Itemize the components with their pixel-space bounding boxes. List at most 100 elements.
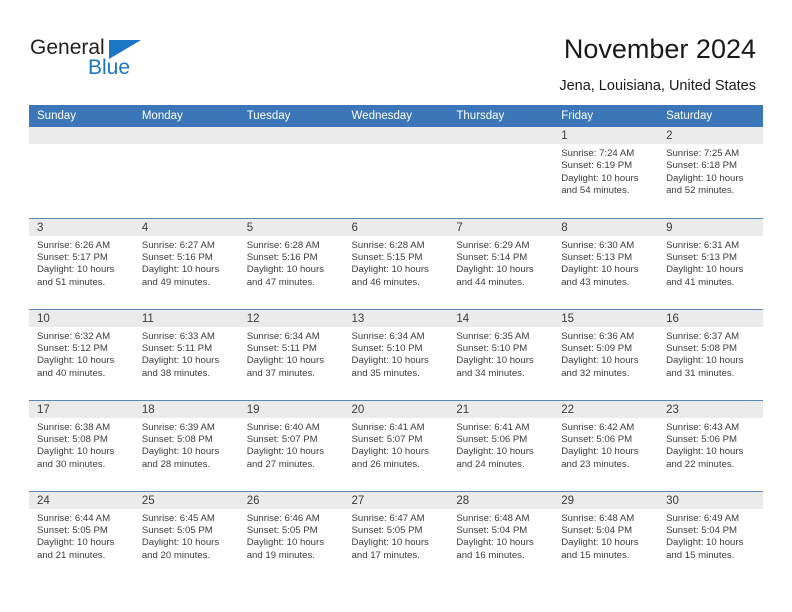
day-sunrise-text: Sunrise: 6:28 AM (351, 239, 425, 251)
calendar-day-cell[interactable]: 26 Sunrise: 6:46 AM Sunset: 5:05 PM Dayligh… (238, 490, 344, 582)
day-daylight-text: and 28 minutes. (141, 458, 211, 470)
day-sunrise-text: Sunrise: 6:48 AM (561, 512, 635, 524)
day-sunset-text: Sunset: 5:13 PM (561, 251, 633, 263)
day-details: Sunrise: 6:46 AM Sunset: 5:05 PM Daylight:… (239, 509, 344, 563)
calendar-day-cell-empty (133, 127, 239, 218)
day-sunrise-text: Sunrise: 6:43 AM (666, 421, 740, 433)
calendar-header-row: Sunday Monday Tuesday Wednesday Thursday… (29, 105, 763, 127)
day-sunrise-text: Sunrise: 6:47 AM (351, 512, 425, 524)
calendar-day-cell[interactable]: 13 Sunrise: 6:34 AM Sunset: 5:10 PM Dayligh… (343, 308, 449, 400)
day-details: Sunrise: 6:28 AM Sunset: 5:16 PM Daylight:… (239, 236, 344, 290)
day-sunset-text: Sunset: 5:13 PM (666, 251, 737, 263)
day-details: Sunrise: 6:48 AM Sunset: 5:04 PM Daylight:… (448, 509, 553, 563)
calendar-day-cell[interactable]: 14 Sunrise: 6:35 AM Sunset: 5:10 PM Dayligh… (448, 308, 554, 400)
day-sunrise-text: Sunrise: 6:37 AM (666, 330, 740, 342)
day-sunrise-text: Sunrise: 6:33 AM (141, 330, 215, 342)
day-sunrise-text: Sunrise: 7:24 AM (561, 148, 635, 159)
day-sunset-text: Sunset: 5:09 PM (561, 342, 633, 354)
calendar-day-cell[interactable]: 11 Sunrise: 6:33 AM Sunset: 5:11 PM Dayligh… (133, 308, 239, 400)
day-details: Sunrise: 7:24 AM Sunset: 6:19 PM Daylight:… (553, 144, 658, 198)
calendar-day-cell[interactable]: 9 Sunrise: 6:31 AM Sunset: 5:13 PM Daylight… (658, 217, 763, 309)
calendar-day-cell[interactable]: 25 Sunrise: 6:45 AM Sunset: 5:05 PM Dayligh… (133, 490, 239, 582)
day-daylight-text: and 37 minutes. (246, 367, 315, 379)
calendar-day-cell[interactable]: 17 Sunrise: 6:38 AM Sunset: 5:08 PM Dayligh… (29, 399, 134, 491)
day-daylight-text: and 43 minutes. (561, 276, 630, 288)
calendar-body: 1 Sunrise: 7:24 AM Sunset: 6:19 PM Daylight… (29, 127, 763, 582)
calendar-week-row: 24 Sunrise: 6:44 AM Sunset: 5:05 PM Dayligh… (29, 490, 763, 582)
calendar-day-cell[interactable]: 27 Sunrise: 6:47 AM Sunset: 5:05 PM Dayligh… (343, 490, 449, 582)
calendar-day-cell[interactable]: 21 Sunrise: 6:41 AM Sunset: 5:06 PM Dayligh… (448, 399, 554, 491)
day-daylight-text: Daylight: 10 hours (246, 446, 325, 458)
day-number: 28 (448, 491, 554, 509)
day-daylight-text: Daylight: 10 hours (666, 446, 744, 458)
day-daylight-text: Daylight: 10 hours (666, 537, 744, 549)
calendar-day-cell[interactable]: 2 Sunrise: 7:25 AM Sunset: 6:18 PM Daylight… (658, 127, 763, 218)
day-daylight-text: and 44 minutes. (456, 276, 525, 288)
calendar-day-cell[interactable]: 10 Sunrise: 6:32 AM Sunset: 5:12 PM Dayligh… (29, 308, 134, 400)
general-blue-logo[interactable]: General Blue (30, 36, 160, 82)
day-sunset-text: Sunset: 5:05 PM (37, 524, 108, 536)
day-daylight-text: Daylight: 10 hours (666, 355, 744, 367)
day-sunrise-text: Sunrise: 6:46 AM (246, 512, 320, 524)
calendar-page: General Blue November 2024 Jena, Louisia… (0, 0, 792, 612)
day-daylight-text: Daylight: 10 hours (37, 446, 115, 458)
day-number: 21 (448, 400, 554, 418)
day-details: Sunrise: 6:34 AM Sunset: 5:10 PM Daylight:… (344, 327, 449, 381)
day-number: 23 (658, 400, 763, 418)
calendar-day-cell[interactable]: 5 Sunrise: 6:28 AM Sunset: 5:16 PM Daylight… (238, 217, 344, 309)
day-daylight-text: and 21 minutes. (37, 549, 106, 561)
day-sunrise-text: Sunrise: 6:44 AM (37, 512, 111, 524)
calendar-day-cell[interactable]: 19 Sunrise: 6:40 AM Sunset: 5:07 PM Dayligh… (238, 399, 344, 491)
calendar-day-cell[interactable]: 20 Sunrise: 6:41 AM Sunset: 5:07 PM Dayligh… (343, 399, 449, 491)
day-number: 25 (133, 491, 239, 509)
calendar-day-cell-empty (238, 127, 344, 218)
calendar-day-cell[interactable]: 18 Sunrise: 6:39 AM Sunset: 5:08 PM Dayligh… (133, 399, 239, 491)
calendar-day-cell[interactable]: 4 Sunrise: 6:27 AM Sunset: 5:16 PM Daylight… (133, 217, 239, 309)
day-number: 12 (238, 309, 344, 327)
day-daylight-text: Daylight: 10 hours (456, 537, 534, 549)
calendar-day-cell[interactable]: 30 Sunrise: 6:49 AM Sunset: 5:04 PM Dayligh… (658, 490, 763, 582)
day-daylight-text: and 51 minutes. (37, 276, 106, 288)
calendar-day-cell[interactable]: 29 Sunrise: 6:48 AM Sunset: 5:04 PM Dayligh… (553, 490, 659, 582)
day-sunset-text: Sunset: 5:10 PM (351, 342, 423, 354)
day-sunset-text: Sunset: 5:08 PM (141, 433, 213, 445)
day-daylight-text: Daylight: 10 hours (561, 264, 639, 276)
calendar-day-cell[interactable]: 12 Sunrise: 6:34 AM Sunset: 5:11 PM Dayligh… (238, 308, 344, 400)
day-sunrise-text: Sunrise: 6:34 AM (246, 330, 320, 342)
day-details: Sunrise: 6:43 AM Sunset: 5:06 PM Daylight:… (658, 418, 763, 472)
calendar-day-cell[interactable]: 22 Sunrise: 6:42 AM Sunset: 5:06 PM Dayligh… (553, 399, 659, 491)
day-number: 20 (343, 400, 449, 418)
day-sunrise-text: Sunrise: 6:34 AM (351, 330, 425, 342)
day-number: 6 (343, 218, 449, 236)
day-daylight-text: and 41 minutes. (666, 276, 735, 288)
day-sunrise-text: Sunrise: 6:30 AM (561, 239, 635, 251)
day-sunset-text: Sunset: 5:16 PM (246, 251, 318, 263)
calendar-day-cell[interactable]: 7 Sunrise: 6:29 AM Sunset: 5:14 PM Daylight… (448, 217, 554, 309)
day-sunrise-text: Sunrise: 6:40 AM (246, 421, 320, 433)
weekday-header-wednesday: Wednesday (343, 105, 449, 127)
calendar-day-cell[interactable]: 16 Sunrise: 6:37 AM Sunset: 5:08 PM Dayligh… (658, 308, 763, 400)
day-daylight-text: Daylight: 10 hours (37, 537, 115, 549)
day-sunset-text: Sunset: 5:16 PM (141, 251, 213, 263)
calendar-week-row: 10 Sunrise: 6:32 AM Sunset: 5:12 PM Dayligh… (29, 308, 763, 400)
day-daylight-text: and 15 minutes. (561, 549, 630, 561)
day-number: 15 (553, 309, 659, 327)
calendar-day-cell[interactable]: 1 Sunrise: 7:24 AM Sunset: 6:19 PM Daylight… (553, 127, 659, 218)
calendar-week-row: 3 Sunrise: 6:26 AM Sunset: 5:17 PM Daylight… (29, 217, 763, 309)
location-subtitle: Jena, Louisiana, United States (559, 78, 756, 94)
day-number: 1 (553, 127, 659, 144)
day-sunrise-text: Sunrise: 6:35 AM (456, 330, 530, 342)
day-details: Sunrise: 6:33 AM Sunset: 5:11 PM Daylight:… (134, 327, 239, 381)
calendar-day-cell[interactable]: 23 Sunrise: 6:43 AM Sunset: 5:06 PM Dayligh… (658, 399, 763, 491)
calendar-day-cell[interactable]: 3 Sunrise: 6:26 AM Sunset: 5:17 PM Daylight… (29, 217, 134, 309)
calendar-grid: Sunday Monday Tuesday Wednesday Thursday… (29, 105, 763, 582)
calendar-day-cell[interactable]: 24 Sunrise: 6:44 AM Sunset: 5:05 PM Dayligh… (29, 490, 134, 582)
day-daylight-text: and 35 minutes. (351, 367, 420, 379)
calendar-day-cell[interactable]: 6 Sunrise: 6:28 AM Sunset: 5:15 PM Daylight… (343, 217, 449, 309)
calendar-day-cell[interactable]: 15 Sunrise: 6:36 AM Sunset: 5:09 PM Dayligh… (553, 308, 659, 400)
weekday-header-saturday: Saturday (658, 105, 763, 127)
calendar-day-cell[interactable]: 8 Sunrise: 6:30 AM Sunset: 5:13 PM Daylight… (553, 217, 659, 309)
day-details: Sunrise: 6:27 AM Sunset: 5:16 PM Daylight:… (134, 236, 239, 290)
day-sunset-text: Sunset: 6:19 PM (561, 160, 633, 172)
calendar-day-cell[interactable]: 28 Sunrise: 6:48 AM Sunset: 5:04 PM Dayligh… (448, 490, 554, 582)
